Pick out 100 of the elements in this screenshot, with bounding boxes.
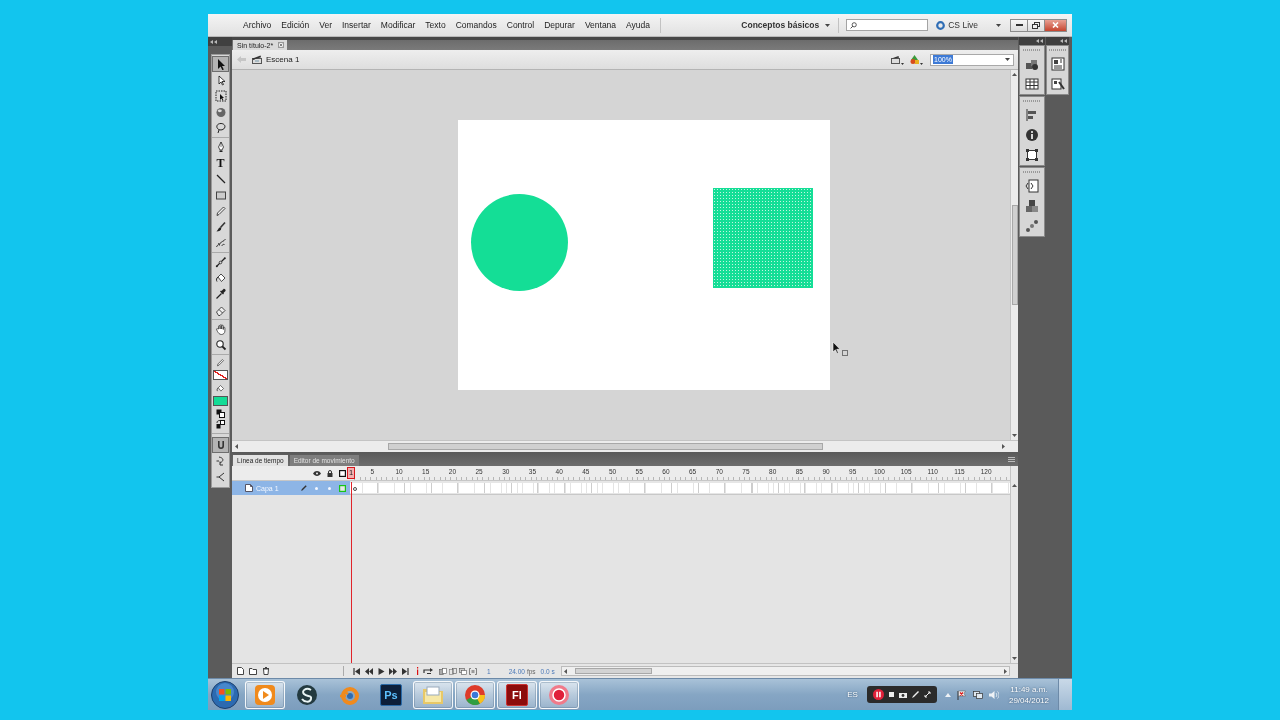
- minimize-icon: [1015, 24, 1023, 26]
- bracket-square-icon[interactable]: [469, 667, 477, 675]
- two-squares-icon[interactable]: [216, 409, 225, 418]
- segmented-circle-icon: [464, 683, 486, 706]
- down-arrow-icon[interactable]: [1012, 657, 1017, 660]
- info-icon[interactable]: [1025, 128, 1039, 142]
- vertical-scrollbar[interactable]: [1010, 466, 1018, 663]
- clapperboard-menu-icon[interactable]: [891, 54, 904, 65]
- lock-icon[interactable]: [326, 469, 333, 477]
- up-arrow-icon[interactable]: [1012, 73, 1017, 76]
- stop-icon[interactable]: [888, 692, 894, 697]
- menu-item[interactable]: Archivo: [238, 18, 277, 32]
- up-arrow-icon[interactable]: [1012, 484, 1017, 487]
- eyedropper-icon: [214, 288, 227, 300]
- cs-live-button[interactable]: CS Live: [935, 18, 979, 32]
- folder-icon: [422, 683, 444, 706]
- step-forward-icon[interactable]: [389, 667, 397, 675]
- swatch-icon[interactable]: [213, 396, 228, 406]
- overlap-squares-icon[interactable]: [459, 667, 467, 675]
- menu-item[interactable]: Insertar: [337, 18, 376, 32]
- grid-icon[interactable]: [1025, 77, 1039, 91]
- record-icon: [548, 683, 570, 706]
- menu-item[interactable]: Comandos: [450, 18, 502, 32]
- tool-button[interactable]: [212, 56, 229, 72]
- dot-icon[interactable]: [315, 486, 318, 490]
- flag-icon[interactable]: [956, 689, 967, 700]
- layout-icon[interactable]: [1050, 57, 1065, 71]
- onion-outline-icon[interactable]: [449, 667, 457, 675]
- left-arrow-icon[interactable]: [235, 444, 238, 449]
- panel-menu-icon[interactable]: [1008, 456, 1015, 462]
- scroll-thumb[interactable]: [574, 668, 652, 674]
- code-page-icon[interactable]: [1025, 179, 1039, 193]
- hand-icon: [214, 323, 227, 335]
- expand-icon[interactable]: [923, 691, 931, 698]
- step-back-icon[interactable]: [365, 667, 373, 675]
- search-field[interactable]: [846, 19, 929, 31]
- camera-icon[interactable]: [898, 691, 907, 698]
- taskbar-button[interactable]: Ps: [371, 680, 411, 709]
- shapes-menu-icon[interactable]: [910, 54, 923, 65]
- menu-item[interactable]: Modificar: [375, 18, 421, 32]
- page-wand-icon[interactable]: [1050, 77, 1065, 91]
- app-logo: Ps: [380, 683, 402, 706]
- slashed-swatch-icon[interactable]: [213, 370, 228, 380]
- menu-item[interactable]: Ver: [314, 18, 337, 32]
- onion-skin-icon[interactable]: [439, 667, 447, 675]
- scroll-thumb[interactable]: [388, 443, 823, 450]
- menu-item[interactable]: Ayuda: [621, 18, 656, 32]
- magnifier-icon: [214, 339, 227, 351]
- stacked-boxes-icon[interactable]: [1025, 199, 1039, 213]
- play-icon[interactable]: [377, 667, 385, 675]
- down-arrow-icon[interactable]: [1012, 434, 1017, 437]
- skip-end-icon[interactable]: [401, 667, 409, 675]
- caret-icon[interactable]: [996, 23, 1001, 27]
- right-arrow-icon[interactable]: [1002, 444, 1005, 449]
- search-icon: [850, 21, 858, 29]
- app-logo: Fl: [506, 683, 528, 706]
- dots-icon[interactable]: [1025, 219, 1039, 233]
- option-button[interactable]: [212, 437, 229, 453]
- taskbar-button[interactable]: [539, 680, 579, 709]
- transform-box-icon[interactable]: [1025, 148, 1039, 162]
- menu-item[interactable]: Ventana: [579, 18, 622, 32]
- eraser-icon: [214, 304, 227, 316]
- dot-icon[interactable]: [328, 486, 331, 490]
- close-button[interactable]: [1044, 18, 1067, 32]
- network-icon[interactable]: [972, 689, 983, 700]
- minimize-button[interactable]: [1010, 18, 1028, 32]
- workspace-switcher[interactable]: Conceptos básicos: [738, 18, 834, 32]
- scroll-thumb[interactable]: [1012, 205, 1018, 305]
- eye-icon[interactable]: [312, 470, 321, 476]
- trash-icon[interactable]: [262, 667, 270, 675]
- page-icon[interactable]: [236, 667, 244, 675]
- caret-icon[interactable]: [1005, 58, 1010, 61]
- square-outline-icon[interactable]: [339, 469, 346, 477]
- horizontal-scrollbar[interactable]: [560, 666, 1010, 676]
- start-orb-icon[interactable]: [211, 680, 239, 709]
- left-arrow-icon[interactable]: [563, 668, 567, 674]
- taskbar-button[interactable]: Fl: [497, 680, 537, 709]
- restore-button[interactable]: [1027, 18, 1045, 32]
- skip-start-icon[interactable]: [353, 667, 361, 675]
- horizontal-scrollbar[interactable]: [232, 440, 1018, 452]
- close-icon[interactable]: [278, 42, 285, 48]
- menu-item[interactable]: Control: [501, 18, 540, 32]
- menu-item[interactable]: Texto: [420, 18, 451, 32]
- pen-icon[interactable]: [911, 691, 919, 698]
- tool-button[interactable]: T: [212, 155, 229, 171]
- folder-icon[interactable]: [249, 667, 257, 675]
- loop-icon[interactable]: [423, 667, 433, 675]
- swap-arrows-icon[interactable]: [216, 420, 225, 429]
- tool-button[interactable]: [212, 88, 229, 104]
- scene-breadcrumb[interactable]: Escena 1: [265, 54, 301, 65]
- shapes-icon[interactable]: [1025, 57, 1039, 71]
- menu-item[interactable]: Depurar: [539, 18, 580, 32]
- marker-icon[interactable]: [416, 667, 419, 675]
- right-arrow-icon[interactable]: [1004, 668, 1007, 674]
- brush-icon: [214, 221, 227, 233]
- pause-icon[interactable]: [872, 689, 884, 700]
- menu-item[interactable]: Edición: [276, 18, 315, 32]
- align-icon[interactable]: [1025, 108, 1039, 122]
- pencil-icon[interactable]: [216, 357, 225, 367]
- paint-bucket-icon[interactable]: [216, 383, 225, 393]
